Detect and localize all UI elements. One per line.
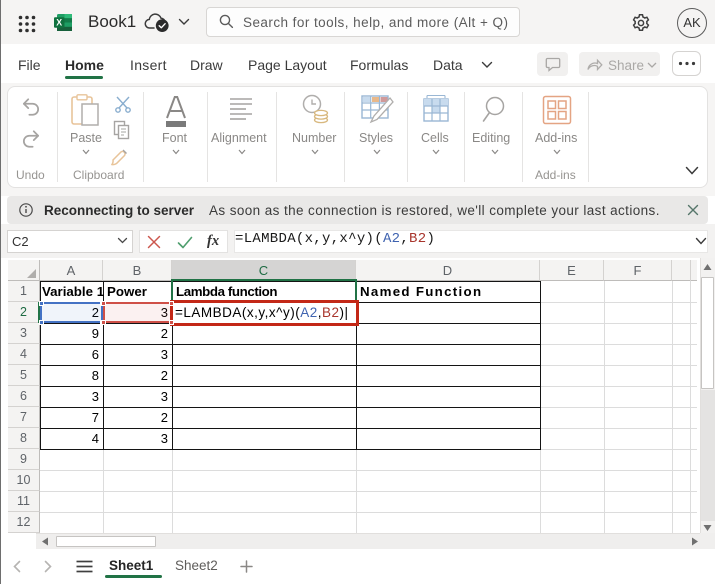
svg-text:X: X [56, 18, 62, 28]
